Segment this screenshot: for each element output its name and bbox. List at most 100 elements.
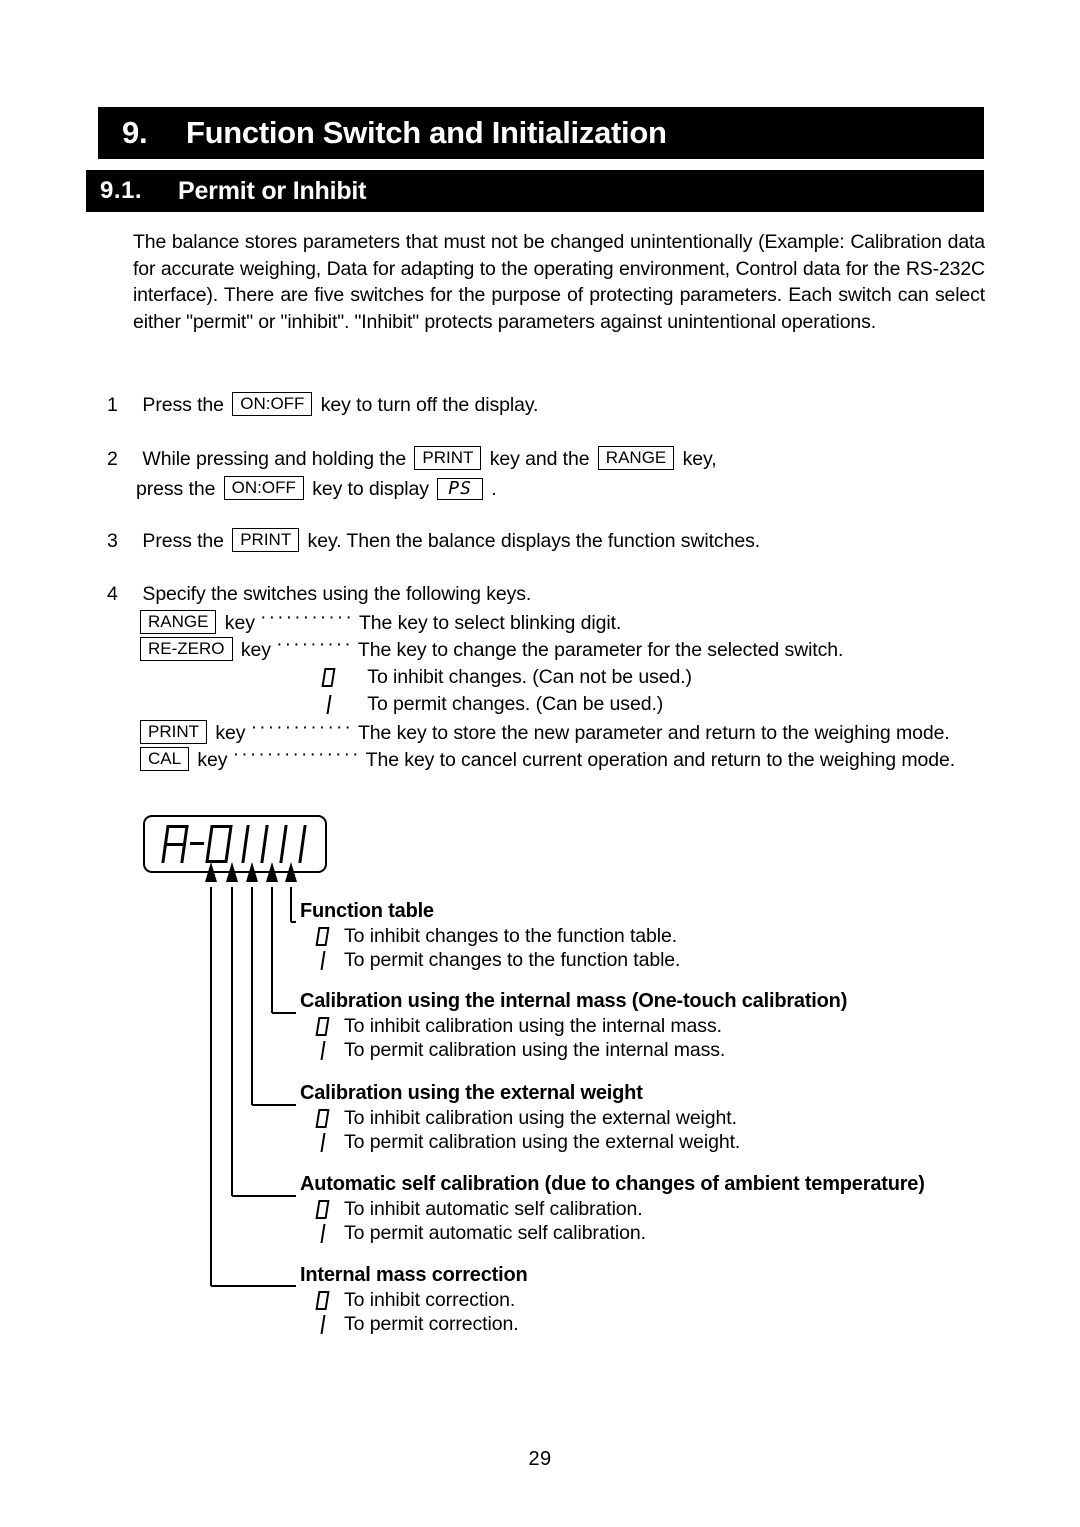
lcd-display-value xyxy=(145,817,325,871)
lcd-readout-ps: PS xyxy=(437,478,483,500)
step-2-text-pre: While pressing and holding the xyxy=(142,448,407,470)
callout-row: To inhibit correction. xyxy=(300,1288,528,1312)
callout-row-text: To permit automatic self calibration. xyxy=(344,1222,646,1244)
key-desc-print: PRINT key ············ The key to store … xyxy=(140,718,950,747)
callout-row: To inhibit calibration using the interna… xyxy=(300,1014,847,1038)
step-2-line-2: press the ON:OFF key to display PS . xyxy=(136,474,497,505)
step-2-line2-mid: key to display xyxy=(312,478,429,500)
leader-dots-rezero: ········· xyxy=(276,635,353,654)
callout-row: To permit calibration using the external… xyxy=(300,1130,740,1154)
callout-row: To inhibit changes to the function table… xyxy=(300,924,680,948)
step-2: 2 While pressing and holding the PRINT k… xyxy=(107,444,717,475)
callout-row-text: To permit calibration using the external… xyxy=(344,1131,741,1153)
callout-title-function-table: Function table xyxy=(300,900,434,922)
step-3-number: 3 xyxy=(107,530,118,552)
callout-row-text: To inhibit correction. xyxy=(344,1289,516,1311)
callout-row-text: To permit calibration using the internal… xyxy=(344,1039,726,1061)
callout-row: To inhibit automatic self calibration. xyxy=(300,1197,925,1221)
key-desc-range-text: The key to select blinking digit. xyxy=(358,612,622,634)
callout-row-text: To permit changes to the function table. xyxy=(344,949,681,971)
seg-glyph-one xyxy=(313,690,343,718)
callout-row-text: To inhibit calibration using the externa… xyxy=(344,1107,737,1129)
callout-title-internal-mass-correction: Internal mass correction xyxy=(300,1264,528,1286)
key-print-3[interactable]: PRINT xyxy=(140,720,207,744)
key-range[interactable]: RANGE xyxy=(597,446,675,470)
leader-dots-print: ············ xyxy=(250,718,354,737)
step-2-line2-post: . xyxy=(491,478,497,500)
key-desc-print-text: The key to store the new parameter and r… xyxy=(358,722,950,744)
step-2-number: 2 xyxy=(107,448,118,470)
section-heading-bar: 9.1. Permit or Inhibit xyxy=(86,170,984,212)
callout-title-external-weight-cal: Calibration using the external weight xyxy=(300,1082,643,1104)
seg-glyph-zero xyxy=(300,1106,344,1130)
seg-glyph-one xyxy=(300,948,344,972)
callout-row: To permit correction. xyxy=(300,1312,528,1336)
rezero-option-0: To inhibit changes. (Can not be used.) xyxy=(313,663,692,691)
step-2-text-post: key, xyxy=(682,448,717,470)
callout-external-weight-cal: Calibration using the external weight To… xyxy=(300,1080,740,1154)
callout-row: To inhibit calibration using the externa… xyxy=(300,1106,740,1130)
callout-row-text: To inhibit calibration using the interna… xyxy=(344,1015,722,1037)
seg-glyph-zero xyxy=(300,924,344,948)
callout-internal-mass-cal: Calibration using the internal mass (One… xyxy=(300,988,847,1062)
section-number: 9.1. xyxy=(100,177,143,204)
seg-glyph-zero xyxy=(300,1288,344,1312)
leader-dots-range: ··········· xyxy=(260,608,354,627)
key-desc-rezero: RE-ZERO key ········· The key to change … xyxy=(140,635,843,664)
callout-title-internal-mass-cal: Calibration using the internal mass (One… xyxy=(300,990,848,1012)
chapter-number: 9. xyxy=(122,115,148,150)
lcd-digit-dash xyxy=(189,825,205,863)
step-1-text-pre: Press the xyxy=(142,394,224,416)
step-3: 3 Press the PRINT key. Then the balance … xyxy=(107,526,760,557)
key-cal[interactable]: CAL xyxy=(140,747,190,771)
callout-row: To permit changes to the function table. xyxy=(300,948,680,972)
key-range-2[interactable]: RANGE xyxy=(140,610,217,634)
key-desc-range-word: key xyxy=(224,612,255,634)
key-rezero[interactable]: RE-ZERO xyxy=(140,637,233,661)
intro-paragraph: The balance stores parameters that must … xyxy=(133,231,985,333)
key-desc-rezero-text: The key to change the parameter for the … xyxy=(357,639,844,661)
lcd-digit-1b xyxy=(256,825,268,863)
seg-glyph-zero xyxy=(300,1014,344,1038)
lcd-digit-a xyxy=(160,825,189,863)
callout-row: To permit automatic self calibration. xyxy=(300,1221,925,1245)
key-desc-rezero-word: key xyxy=(240,639,271,661)
page-number: 29 xyxy=(528,1448,552,1470)
step-4-number: 4 xyxy=(107,583,118,605)
callout-row-text: To inhibit automatic self calibration. xyxy=(344,1198,643,1220)
rezero-option-1: To permit changes. (Can be used.) xyxy=(313,690,663,718)
callout-internal-mass-correction: Internal mass correction To inhibit corr… xyxy=(300,1262,528,1336)
seg-glyph-zero xyxy=(313,663,343,691)
rezero-option-1-text: To permit changes. (Can be used.) xyxy=(367,693,664,715)
lcd-digit-0 xyxy=(204,825,233,863)
step-2-line2-pre: press the xyxy=(136,478,216,500)
manual-page: 9. Function Switch and Initialization 9.… xyxy=(0,0,1080,1527)
step-4: 4 Specify the switches using the followi… xyxy=(107,579,531,610)
key-onoff-2[interactable]: ON:OFF xyxy=(223,476,304,500)
lcd-ps-value: PS xyxy=(448,478,472,499)
key-desc-cal-text: The key to cancel current operation and … xyxy=(365,749,956,771)
callout-title-auto-self-cal: Automatic self calibration (due to chang… xyxy=(300,1173,925,1195)
seg-glyph-one xyxy=(300,1130,344,1154)
seg-glyph-one xyxy=(300,1312,344,1336)
callout-function-table: Function table To inhibit changes to the… xyxy=(300,898,680,972)
step-1-text-post: key to turn off the display. xyxy=(320,394,539,416)
key-desc-cal: CAL key ··············· The key to cance… xyxy=(140,745,955,774)
callout-row-text: To inhibit changes to the function table… xyxy=(344,925,678,947)
key-desc-print-word: key xyxy=(215,722,246,744)
step-3-text-post: key. Then the balance displays the funct… xyxy=(307,530,761,552)
step-3-text-pre: Press the xyxy=(142,530,224,552)
chapter-title: Function Switch and Initialization xyxy=(186,115,667,150)
step-4-intro-text: Specify the switches using the following… xyxy=(142,583,532,605)
step-1-number: 1 xyxy=(107,394,118,416)
leader-dots-cal: ··············· xyxy=(232,745,361,764)
key-onoff[interactable]: ON:OFF xyxy=(232,392,313,416)
key-print[interactable]: PRINT xyxy=(414,446,482,470)
key-print-2[interactable]: PRINT xyxy=(232,528,300,552)
seg-glyph-zero xyxy=(300,1197,344,1221)
lcd-digit-1d xyxy=(294,825,306,863)
seg-glyph-one xyxy=(300,1221,344,1245)
rezero-option-0-text: To inhibit changes. (Can not be used.) xyxy=(367,666,692,688)
seg-glyph-one xyxy=(300,1038,344,1062)
lcd-display-panel xyxy=(143,815,327,873)
